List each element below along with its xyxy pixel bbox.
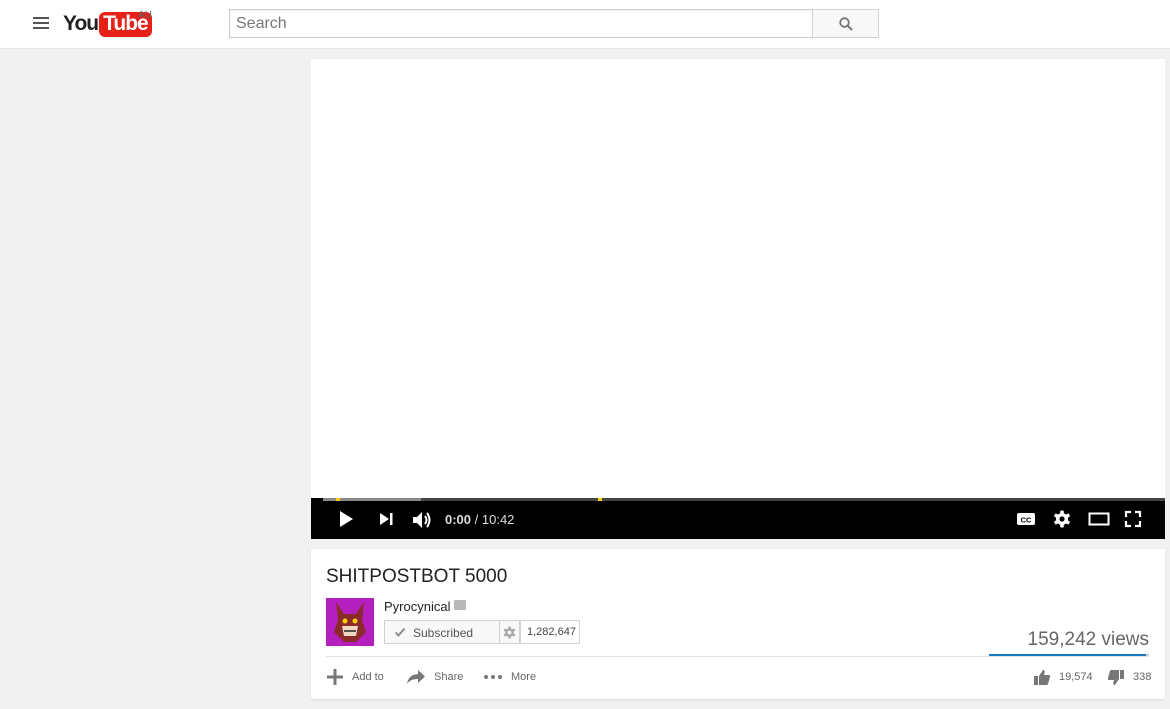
more-button[interactable]: More — [483, 667, 536, 687]
svg-text:CC: CC — [1021, 516, 1032, 525]
region-label: AU — [138, 10, 152, 21]
dislike-count: 338 — [1133, 671, 1152, 683]
thumbs-down-icon — [1107, 669, 1124, 685]
video-title: SHITPOSTBOT 5000 — [326, 566, 508, 587]
search-button[interactable] — [812, 9, 879, 38]
like-count: 19,574 — [1059, 671, 1093, 683]
share-icon — [407, 670, 425, 684]
more-dots-icon — [484, 675, 502, 679]
captions-button[interactable]: CC — [1016, 510, 1038, 530]
fullscreen-button[interactable] — [1124, 510, 1146, 530]
volume-icon — [413, 512, 431, 528]
subscription-settings-button[interactable] — [500, 620, 520, 644]
dislike-button[interactable]: 338 — [1107, 667, 1151, 687]
theater-mode-button[interactable] — [1088, 510, 1110, 530]
add-to-label: Add to — [352, 671, 384, 683]
channel-avatar[interactable] — [326, 598, 374, 646]
settings-button[interactable] — [1053, 510, 1075, 530]
duration: 10:42 — [481, 512, 515, 527]
play-icon — [340, 511, 353, 527]
channel-name-link[interactable]: Pyrocynical — [384, 599, 450, 614]
theater-mode-icon — [1088, 512, 1110, 526]
add-to-button[interactable]: Add to — [326, 667, 384, 687]
captions-icon: CC — [1017, 513, 1035, 525]
verified-badge-icon — [454, 600, 466, 610]
subscriber-count: 1,282,647 — [520, 620, 580, 644]
share-button[interactable]: Share — [406, 667, 463, 687]
guide-menu-icon[interactable] — [33, 17, 49, 31]
next-icon — [380, 513, 393, 525]
progress-bar[interactable] — [323, 498, 1165, 501]
ad-marker — [598, 498, 602, 501]
time-separator: / — [471, 512, 482, 527]
plus-icon — [327, 669, 343, 685]
video-player[interactable]: 0:00 / 10:42 CC — [311, 59, 1165, 539]
gear-icon — [503, 626, 516, 639]
current-time: 0:00 — [445, 512, 472, 527]
like-button[interactable]: 19,574 — [1033, 667, 1093, 687]
view-count: 159,242 views — [1027, 629, 1149, 650]
volume-button[interactable] — [412, 510, 434, 530]
logo-you-text: You — [63, 12, 99, 35]
subscribed-label: Subscribed — [413, 626, 474, 640]
gear-icon — [1054, 510, 1070, 528]
search-input[interactable] — [229, 9, 813, 38]
play-button[interactable] — [338, 510, 360, 530]
checkmark-icon — [394, 627, 406, 637]
ad-marker — [336, 498, 340, 501]
player-controls: 0:00 / 10:42 CC — [311, 498, 1165, 539]
divider — [326, 656, 1149, 657]
time-display: 0:00 / 10:42 — [445, 512, 514, 527]
next-button[interactable] — [378, 510, 400, 530]
more-label: More — [511, 671, 537, 683]
video-info-panel: SHITPOSTBOT 5000 Pyrocynical Subscribed — [311, 549, 1165, 699]
fox-avatar-icon — [326, 598, 374, 646]
fullscreen-icon — [1124, 510, 1142, 528]
search-icon — [839, 17, 853, 31]
thumbs-up-icon — [1034, 669, 1051, 685]
subscribed-button[interactable]: Subscribed — [384, 620, 500, 644]
share-label: Share — [434, 671, 464, 683]
masthead: You Tube AU — [0, 0, 1170, 49]
